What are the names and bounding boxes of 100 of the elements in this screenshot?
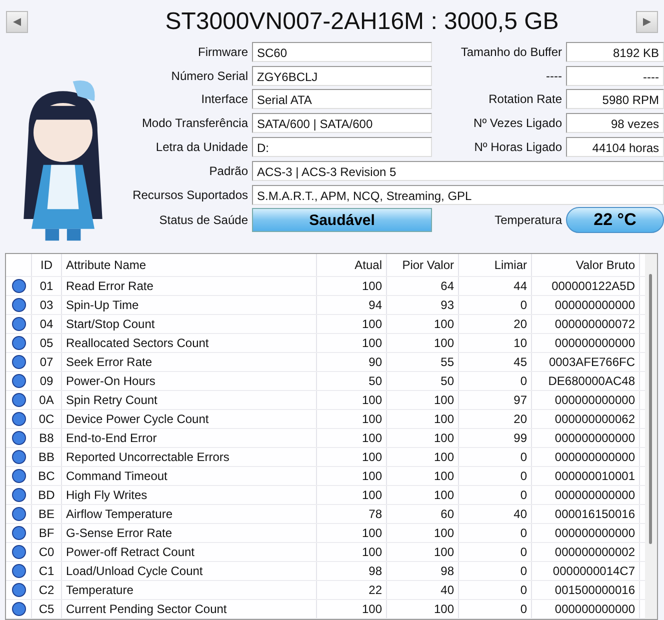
table-cell: Power-On Hours	[62, 372, 317, 390]
table-cell: 000000000000	[532, 524, 640, 542]
table-cell: 000000000072	[532, 315, 640, 333]
table-cell: BF	[32, 524, 62, 542]
table-cell: Spin Retry Count	[62, 391, 317, 409]
table-cell: C2	[32, 581, 62, 599]
table-cell: High Fly Writes	[62, 486, 317, 504]
health-status-button[interactable]: Saudável	[252, 208, 432, 232]
table-cell: Device Power Cycle Count	[62, 410, 317, 428]
field-value: 5980 RPM	[566, 89, 664, 110]
field-value: ----	[566, 66, 664, 86]
table-cell: 000000000000	[532, 391, 640, 409]
table-cell: C5	[32, 600, 62, 618]
table-cell: 000000000000	[532, 486, 640, 504]
table-cell: 50	[317, 372, 387, 390]
table-cell: Reallocated Sectors Count	[62, 334, 317, 352]
table-cell: 000000122A5D	[532, 277, 640, 295]
table-cell: 97	[459, 391, 532, 409]
table-cell: 99	[459, 429, 532, 447]
column-header[interactable]: Limiar	[459, 254, 532, 276]
field-value: 98 vezes	[566, 113, 664, 134]
field-label: Tamanho do Buffer	[460, 44, 562, 59]
field-label: Interface	[200, 92, 248, 106]
table-cell: 10	[459, 334, 532, 352]
table-cell: 100	[317, 467, 387, 485]
field-label: Padrão	[208, 164, 248, 178]
table-cell: 44	[459, 277, 532, 295]
table-cell: 000000000000	[532, 429, 640, 447]
table-cell: 0A	[32, 391, 62, 409]
table-cell: 45	[459, 353, 532, 371]
table-cell: 98	[317, 562, 387, 580]
field-label: Modo Transferência	[140, 116, 248, 130]
field-value: 8192 KB	[566, 42, 664, 62]
table-cell: 0	[459, 448, 532, 466]
table-cell: 03	[32, 296, 62, 314]
table-cell: Spin-Up Time	[62, 296, 317, 314]
table-cell: 0	[459, 581, 532, 599]
table-cell: BC	[32, 467, 62, 485]
table-cell: Power-off Retract Count	[62, 543, 317, 561]
table-cell: B8	[32, 429, 62, 447]
table-cell: 20	[459, 410, 532, 428]
field-label: Letra da Unidade	[154, 140, 248, 154]
table-cell: 100	[317, 410, 387, 428]
field-value: ZGY6BCLJ	[252, 66, 432, 86]
table-cell: 000000000000	[532, 600, 640, 618]
table-cell: Command Timeout	[62, 467, 317, 485]
field-value: ACS-3 | ACS-3 Revision 5	[252, 160, 664, 181]
table-cell: 0	[459, 486, 532, 504]
table-cell: 0	[459, 600, 532, 618]
table-cell: 60	[387, 505, 459, 523]
table-cell: 100	[387, 391, 459, 409]
table-cell: Seek Error Rate	[62, 353, 317, 371]
scrollbar[interactable]	[645, 254, 657, 619]
column-header[interactable]: ID	[32, 254, 62, 276]
table-cell: DE680000AC48	[532, 372, 640, 390]
field-value: Serial ATA	[252, 89, 432, 110]
previous-disk-button[interactable]	[6, 11, 28, 33]
table-cell: 100	[387, 448, 459, 466]
table-cell: 100	[387, 524, 459, 542]
table-cell: 98	[387, 562, 459, 580]
table-cell: BB	[32, 448, 62, 466]
table-cell: 93	[387, 296, 459, 314]
table-cell: 100	[317, 429, 387, 447]
table-cell: Airflow Temperature	[62, 505, 317, 523]
field-value: SATA/600 | SATA/600	[252, 113, 432, 134]
table-cell: 20	[459, 315, 532, 333]
temperature-label: Temperatura	[494, 213, 562, 228]
table-cell: 55	[387, 353, 459, 371]
field-value: D:	[252, 137, 432, 158]
table-cell: 07	[32, 353, 62, 371]
table-cell: 000000000000	[532, 334, 640, 352]
table-cell: 100	[387, 334, 459, 352]
table-cell: 100	[317, 277, 387, 295]
table-cell: 000000000000	[532, 296, 640, 314]
table-cell: 78	[317, 505, 387, 523]
temperature-button[interactable]: 22 °C	[566, 207, 664, 234]
table-cell: BE	[32, 505, 62, 523]
table-cell: Reported Uncorrectable Errors	[62, 448, 317, 466]
disk-title: ST3000VN007-2AH16M : 3000,5 GB	[164, 8, 560, 36]
table-cell: 0003AFE766FC	[532, 353, 640, 371]
table-cell: Temperature	[62, 581, 317, 599]
table-cell: 100	[317, 391, 387, 409]
table-cell: 0	[459, 524, 532, 542]
table-cell: 100	[317, 486, 387, 504]
table-cell: BD	[32, 486, 62, 504]
table-cell: 100	[317, 315, 387, 333]
column-header[interactable]: Attribute Name	[62, 254, 317, 276]
table-cell: 100	[387, 410, 459, 428]
table-cell: 100	[387, 467, 459, 485]
table-cell: 04	[32, 315, 62, 333]
table-cell: 64	[387, 277, 459, 295]
table-cell: Current Pending Sector Count	[62, 600, 317, 618]
table-cell: 100	[317, 334, 387, 352]
scrollbar-thumb[interactable]	[649, 274, 652, 544]
field-label: ----	[545, 68, 562, 83]
column-header[interactable]: Atual	[317, 254, 387, 276]
column-header[interactable]: Valor Bruto	[532, 254, 640, 276]
column-header[interactable]: Pior Valor	[387, 254, 459, 276]
table-cell: 100	[387, 486, 459, 504]
next-disk-button[interactable]	[636, 11, 658, 33]
